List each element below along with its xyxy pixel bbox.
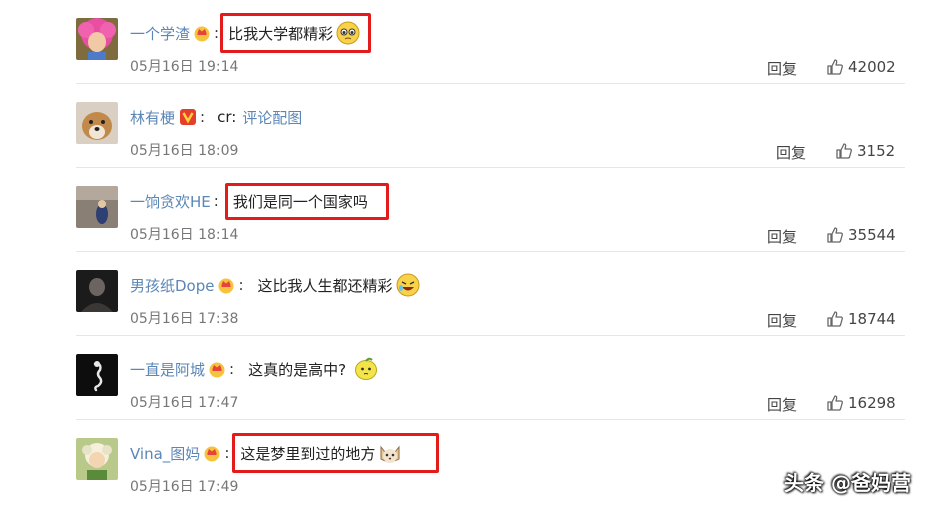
comment-time: 05月16日 18:09: [130, 143, 239, 159]
highlight-box: 这是梦里到过的地方: [232, 433, 440, 473]
like-button[interactable]: 16298: [826, 394, 896, 412]
comment-text: 这比我人生都还精彩: [257, 276, 393, 295]
avatar[interactable]: [76, 186, 118, 228]
crown-badge-icon: [217, 276, 235, 294]
crown-badge-icon: [208, 360, 226, 378]
separator: :: [224, 444, 230, 462]
highlight-box: 我们是同一个国家吗: [224, 182, 389, 220]
thumbs-up-icon: [826, 310, 844, 328]
like-button[interactable]: 3152: [835, 142, 895, 160]
separator: :: [214, 24, 220, 42]
like-button[interactable]: 42002: [826, 58, 896, 76]
like-count: 18744: [848, 310, 896, 328]
avatar[interactable]: [76, 438, 118, 480]
separator: :: [200, 108, 206, 126]
lemon-face-emoji-icon: [354, 357, 378, 381]
like-button[interactable]: 35544: [826, 226, 896, 244]
comment-time: 05月16日 18:14: [130, 227, 239, 243]
thumbs-up-icon: [826, 394, 844, 412]
username[interactable]: 林有梗: [130, 107, 175, 128]
image-link[interactable]: 评论配图: [242, 107, 302, 128]
separator: :: [229, 360, 235, 378]
pleading-face-emoji-icon: [336, 21, 360, 45]
laughing-face-emoji-icon: [396, 273, 420, 297]
username[interactable]: Vina_图妈: [130, 443, 200, 464]
username[interactable]: 一直是阿城: [130, 359, 205, 380]
comment-item: 林有梗 : cr: 评论配图 05月16日 18:09 回复 3152: [0, 84, 925, 168]
verified-v-badge-icon: [179, 108, 197, 126]
thumbs-up-icon: [826, 226, 844, 244]
comment-item: 一个学渣 : 比我大学都精彩 05月16日 19:14 回复 42002: [0, 0, 925, 84]
reply-button[interactable]: 回复: [767, 394, 797, 415]
reply-button[interactable]: 回复: [767, 58, 797, 79]
crown-badge-icon: [203, 444, 221, 462]
like-count: 3152: [857, 142, 896, 160]
watermark: 头条 @爸妈营: [784, 471, 911, 495]
reply-button[interactable]: 回复: [767, 310, 797, 331]
avatar[interactable]: [76, 102, 118, 144]
comment-time: 05月16日 17:49: [130, 479, 239, 495]
comment-item: 一饷贪欢HE : 我们是同一个国家吗 05月16日 18:14 回复 35544: [0, 168, 925, 252]
comment-time: 05月16日 17:47: [130, 395, 239, 411]
like-count: 16298: [848, 394, 896, 412]
avatar[interactable]: [76, 18, 118, 60]
comment-text: 这真的是高中?: [248, 360, 347, 379]
separator: :: [238, 276, 244, 294]
username[interactable]: 男孩纸Dope: [130, 275, 214, 296]
like-count: 42002: [848, 58, 896, 76]
comment-time: 05月16日 19:14: [130, 59, 239, 75]
comment-item: 男孩纸Dope : 这比我人生都还精彩 05月16日 17:38 回复 1874…: [0, 252, 925, 336]
reply-button[interactable]: 回复: [776, 142, 806, 163]
comment-item: 一直是阿城 : 这真的是高中? 05月16日 17:47 回复 16298: [0, 336, 925, 420]
comment-text: 这是梦里到过的地方: [240, 444, 376, 463]
comment-text: 我们是同一个国家吗: [232, 192, 368, 211]
like-count: 35544: [848, 226, 896, 244]
cat-face-emoji-icon: [378, 441, 402, 465]
separator: :: [213, 192, 219, 210]
like-button[interactable]: 18744: [826, 310, 896, 328]
highlight-box: 比我大学都精彩: [220, 13, 372, 53]
comment-text: cr:: [217, 108, 237, 126]
thumbs-up-icon: [826, 58, 844, 76]
crown-badge-icon: [193, 24, 211, 42]
avatar[interactable]: [76, 270, 118, 312]
avatar[interactable]: [76, 354, 118, 396]
username[interactable]: 一饷贪欢HE: [130, 191, 211, 212]
comment-time: 05月16日 17:38: [130, 311, 239, 327]
username[interactable]: 一个学渣: [130, 23, 190, 44]
reply-button[interactable]: 回复: [767, 226, 797, 247]
thumbs-up-icon: [835, 142, 853, 160]
comment-text: 比我大学都精彩: [228, 24, 334, 43]
